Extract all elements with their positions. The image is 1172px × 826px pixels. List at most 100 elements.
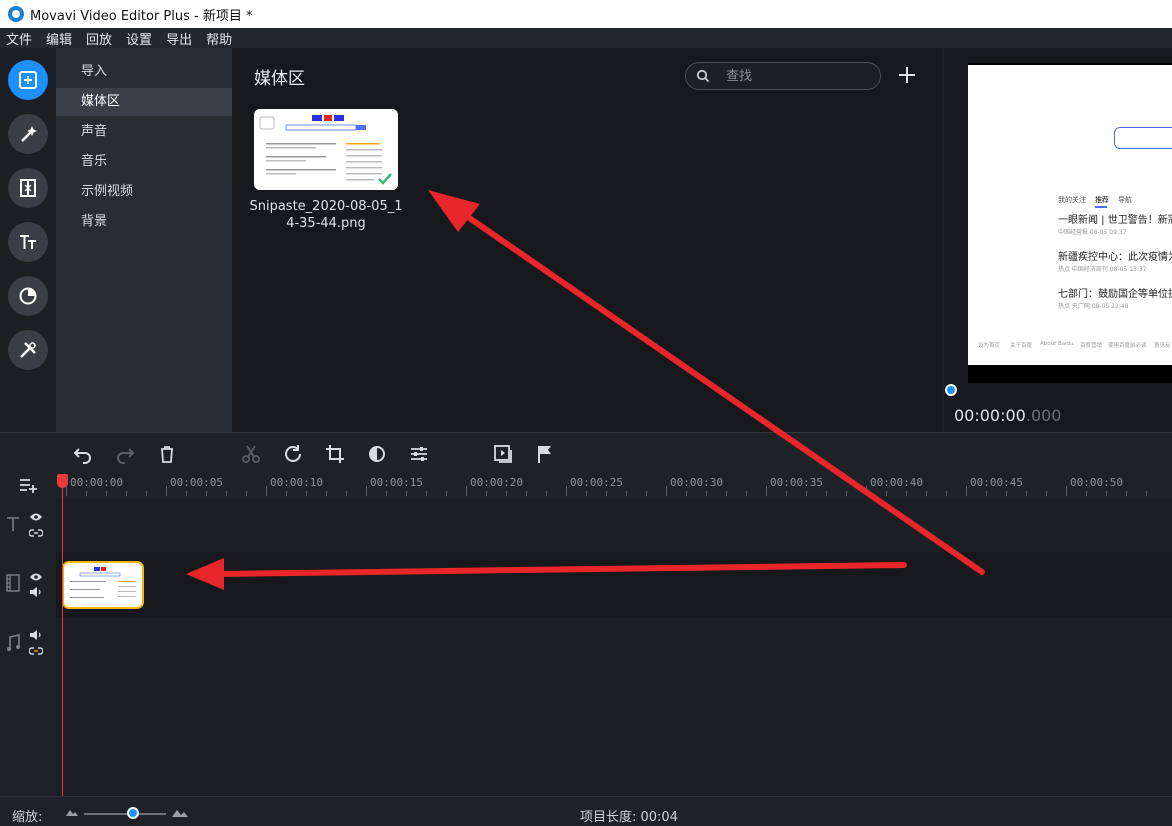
volume-icon[interactable]: [29, 587, 43, 597]
redo-icon[interactable]: [114, 443, 136, 465]
media-bin-panel: 媒体区 Snipaste_20: [232, 48, 942, 432]
preview-footer-link: 设为首页: [978, 343, 1001, 349]
video-track[interactable]: [56, 552, 1172, 618]
marker-flag-icon[interactable]: [534, 443, 556, 465]
title-track[interactable]: [56, 498, 1172, 552]
stickers-tool-button[interactable]: [8, 276, 48, 316]
submenu-sounds[interactable]: 声音: [56, 118, 232, 146]
ruler-tick-label: 00:00:45: [970, 476, 1023, 489]
cut-icon[interactable]: [240, 443, 262, 465]
ruler-tick: [1106, 491, 1107, 496]
ruler-tick: [1046, 491, 1047, 496]
link-icon[interactable]: [29, 646, 43, 656]
preview-headline: 新疆疾控中心：此次疫情为同: [1058, 252, 1172, 263]
timeline-image-clip[interactable]: [62, 561, 144, 609]
clip-properties-icon[interactable]: [408, 443, 430, 465]
ruler-tick: [666, 486, 667, 496]
ruler-tick: [546, 491, 547, 496]
zoom-in-icon[interactable]: [172, 808, 188, 817]
menu-playback[interactable]: 回放: [86, 29, 112, 48]
media-thumbnail[interactable]: [254, 109, 398, 190]
ruler-tick-label: 00:00:15: [370, 476, 423, 489]
filters-tool-button[interactable]: [8, 114, 48, 154]
ruler-tick: [1006, 491, 1007, 496]
preview-footer-link: 关于百度: [1010, 343, 1033, 349]
menu-edit[interactable]: 编辑: [46, 29, 72, 48]
visibility-eye-icon[interactable]: [29, 572, 43, 582]
preview-tab: 导航: [1118, 196, 1132, 204]
zoom-out-icon[interactable]: [66, 808, 78, 816]
ruler-tick: [346, 491, 347, 496]
titles-tool-button[interactable]: [8, 222, 48, 262]
audio-track[interactable]: [56, 618, 1172, 796]
menu-help[interactable]: 帮助: [206, 29, 232, 48]
submenu-sample-videos[interactable]: 示例视频: [56, 178, 232, 206]
ruler-tick: [66, 486, 67, 496]
title-track-icon: [7, 517, 19, 531]
ruler-tick-label: 00:00:05: [170, 476, 223, 489]
timecode-ms: .000: [1025, 406, 1062, 425]
timeline-playhead-handle[interactable]: [57, 474, 68, 488]
audio-track-header: [0, 618, 56, 796]
ruler-tick: [726, 491, 727, 496]
ruler-tick: [766, 486, 767, 496]
slideshow-wizard-icon[interactable]: [492, 443, 514, 465]
timeline-ruler[interactable]: 00:00:00 00:00:05 00:00:10 00:00:15 00:00:20…: [56, 472, 1172, 498]
submenu-music[interactable]: 音乐: [56, 148, 232, 176]
add-media-icon[interactable]: [896, 64, 918, 86]
import-tool-button[interactable]: [8, 60, 48, 100]
ruler-tick: [146, 491, 147, 496]
preview-scrubber-handle[interactable]: [945, 384, 957, 396]
delete-icon[interactable]: [156, 443, 178, 465]
titles-icon: [20, 235, 36, 249]
menu-file[interactable]: 文件: [6, 29, 32, 48]
ruler-tick: [866, 486, 867, 496]
project-duration: 项目长度: 00:04: [580, 810, 678, 825]
ruler-tick: [846, 491, 847, 496]
preview-search-box: [1114, 127, 1172, 149]
submenu-backgrounds[interactable]: 背景: [56, 208, 232, 236]
import-media-icon: [19, 71, 37, 89]
music-note-icon: [7, 634, 20, 651]
ruler-tick: [466, 486, 467, 496]
zoom-slider-knob[interactable]: [127, 807, 140, 819]
rotate-icon[interactable]: [282, 443, 304, 465]
more-tools-icon: [20, 342, 36, 358]
media-search-input[interactable]: [726, 66, 866, 86]
submenu-import[interactable]: 导入: [56, 58, 232, 86]
ruler-tick: [86, 491, 87, 496]
ruler-tick-label: 00:00:25: [570, 476, 623, 489]
title-bar: Movavi Video Editor Plus - 新项目 *: [0, 0, 1172, 28]
ruler-tick: [966, 486, 967, 496]
crop-icon[interactable]: [324, 443, 346, 465]
zoom-label: 缩放:: [12, 810, 43, 825]
ruler-tick: [886, 491, 887, 496]
ruler-tick: [826, 491, 827, 496]
volume-icon[interactable]: [29, 630, 43, 640]
link-icon[interactable]: [29, 528, 43, 538]
preview-tab: 我的关注: [1058, 196, 1086, 204]
ruler-tick-label: 00:00:00: [70, 476, 123, 489]
visibility-eye-icon[interactable]: [29, 512, 43, 522]
ruler-tick-label: 00:00:20: [470, 476, 523, 489]
ruler-tick: [326, 491, 327, 496]
menu-settings[interactable]: 设置: [126, 29, 152, 48]
media-search-box: [685, 62, 881, 90]
preview-frame: 我的关注 推荐 导航 一眼新闻 | 世卫警告！新冠中 中国经营报 08-05 0…: [968, 63, 1172, 383]
undo-icon[interactable]: [72, 443, 94, 465]
more-tools-button[interactable]: [8, 330, 48, 370]
ruler-tick: [366, 486, 367, 496]
preview-footer-link: 百度营销: [1080, 343, 1103, 349]
ruler-tick: [1026, 491, 1027, 496]
zoom-slider-track[interactable]: [84, 813, 166, 815]
color-adjust-icon[interactable]: [366, 443, 388, 465]
transitions-tool-button[interactable]: [8, 168, 48, 208]
ruler-tick: [1126, 491, 1127, 496]
ruler-tick-label: 00:00:35: [770, 476, 823, 489]
submenu-media-bin[interactable]: 媒体区: [56, 88, 232, 116]
preview-panel: 我的关注 推荐 导航 一眼新闻 | 世卫警告！新冠中 中国经营报 08-05 0…: [944, 48, 1172, 432]
magic-wand-filters-icon: [21, 126, 37, 142]
add-track-icon[interactable]: [18, 477, 40, 495]
menu-export[interactable]: 导出: [166, 29, 192, 48]
preview-tab-underline: [1095, 206, 1107, 208]
